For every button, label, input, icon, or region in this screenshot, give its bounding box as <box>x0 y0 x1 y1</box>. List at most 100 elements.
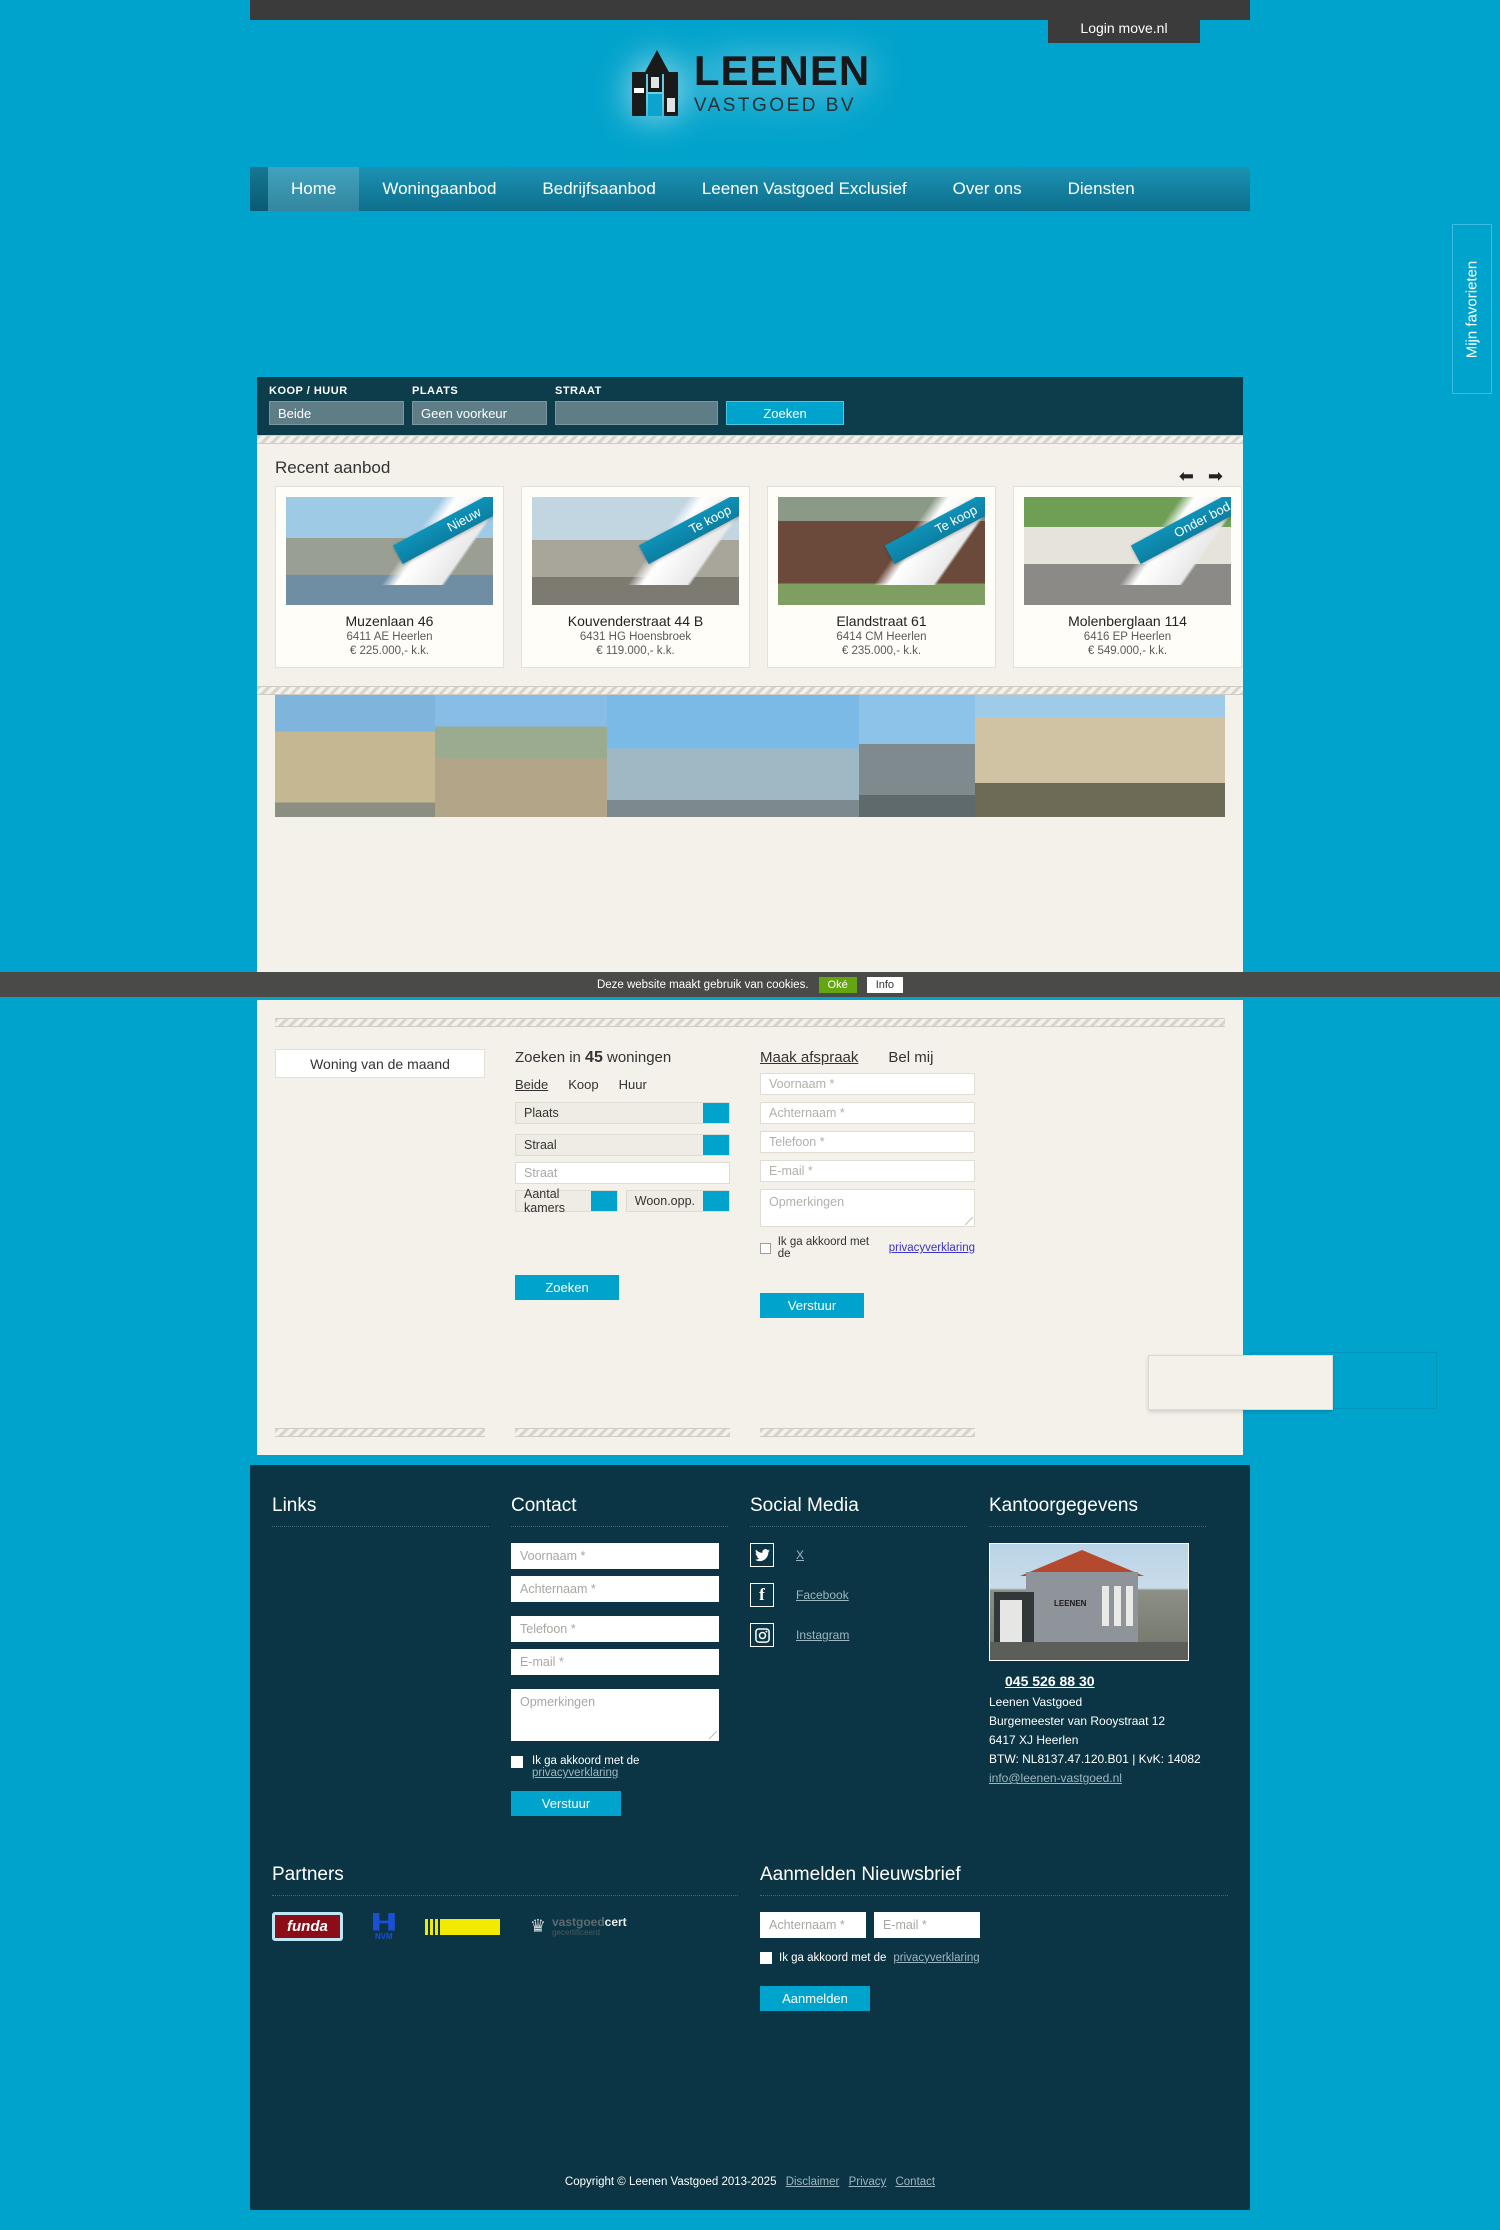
social-label-instagram[interactable]: Instagram <box>796 1628 849 1642</box>
instagram-icon[interactable] <box>750 1623 774 1647</box>
logo-subtitle: VASTGOED BV <box>693 95 857 116</box>
select-koop-huur[interactable]: Beide <box>269 401 404 425</box>
appointment-voornaam-input[interactable]: Voornaam * <box>760 1073 975 1095</box>
property-card[interactable]: Te koop Kouvenderstraat 44 B 6431 HG Hoe… <box>521 486 750 668</box>
facebook-icon[interactable]: f <box>750 1583 774 1607</box>
copyright-link-contact[interactable]: Contact <box>895 2176 935 2188</box>
office-city: 6417 XJ Heerlen <box>989 1733 1079 1747</box>
hatch-divider-bottom <box>515 1428 730 1437</box>
social-label-facebook[interactable]: Facebook <box>796 1588 849 1602</box>
cookie-consent-bar: Deze website maakt gebruik van cookies. … <box>0 972 1500 997</box>
partner-vastgoedcert-logo[interactable]: ♛ vastgoedcert gecertificeerd <box>530 1915 627 1938</box>
nav-left-edge <box>250 167 268 211</box>
footer-opmerkingen-textarea[interactable]: Opmerkingen <box>511 1689 719 1741</box>
select-plaats-widget[interactable]: Plaats <box>515 1102 730 1124</box>
input-straat-widget[interactable]: Straat <box>515 1162 730 1184</box>
widget-zoeken-button[interactable]: Zoeken <box>515 1275 619 1300</box>
newsletter-aanmelden-button[interactable]: Aanmelden <box>760 1986 870 2011</box>
property-card[interactable]: Nieuw Muzenlaan 46 6411 AE Heerlen € 225… <box>275 486 504 668</box>
footer-consent-checkbox[interactable] <box>511 1756 523 1768</box>
arrow-left-icon[interactable]: ⬅ <box>1179 466 1194 487</box>
tab-huur[interactable]: Huur <box>619 1077 647 1092</box>
search-field-koop-huur: KOOP / HUUR Beide <box>269 385 404 425</box>
appointment-privacy-link[interactable]: privacyverklaring <box>889 1242 975 1254</box>
copyright-link-privacy[interactable]: Privacy <box>849 2176 887 2188</box>
partner-nvm-logo[interactable]: NVM <box>372 1912 395 1941</box>
partner-funda-logo[interactable]: funda <box>272 1912 343 1941</box>
strip-photo <box>275 695 435 817</box>
city-photo-strip <box>257 695 1243 817</box>
footer-email-input[interactable]: E-mail * <box>511 1649 719 1675</box>
mijn-favorieten-tab[interactable]: Mijn favorieten <box>1452 224 1492 394</box>
carousel-arrows: ⬅ ➡ <box>1179 466 1223 487</box>
arrow-right-icon[interactable]: ➡ <box>1208 466 1223 487</box>
newsletter-privacy-link[interactable]: privacyverklaring <box>893 1952 979 1964</box>
footer-divider <box>989 1526 1206 1527</box>
nav-item-woningaanbod[interactable]: Woningaanbod <box>359 167 519 211</box>
nav-item-diensten[interactable]: Diensten <box>1045 167 1158 211</box>
appointment-achternaam-input[interactable]: Achternaam * <box>760 1102 975 1124</box>
appointment-opmerkingen-textarea[interactable]: Opmerkingen <box>760 1189 975 1227</box>
twitter-icon[interactable] <box>750 1543 774 1567</box>
tab-bel-mij[interactable]: Bel mij <box>888 1049 933 1066</box>
appointment-consent-checkbox[interactable] <box>760 1242 771 1254</box>
footer-social-heading: Social Media <box>750 1495 859 1516</box>
zoeken-count: 45 <box>585 1049 603 1066</box>
nav-item-home[interactable]: Home <box>268 167 360 211</box>
resize-grip-icon[interactable] <box>709 1731 717 1739</box>
select-straal-widget[interactable]: Straal <box>515 1134 730 1156</box>
office-address: Leenen Vastgoed Burgemeester van Rooystr… <box>989 1693 1206 1788</box>
newsletter-consent-checkbox[interactable] <box>760 1952 772 1964</box>
woning-van-de-maand-column: Woning van de maand <box>275 1049 485 1318</box>
property-card[interactable]: Onder bod Molenberglaan 114 6416 EP Heer… <box>1013 486 1242 668</box>
site-logo[interactable]: LEENEN VASTGOED BV <box>250 20 1250 145</box>
social-label-x[interactable]: X <box>796 1548 804 1562</box>
chevron-down-icon <box>590 1191 617 1211</box>
floating-tooltip-box <box>1148 1355 1333 1410</box>
nav-item-over-ons[interactable]: Over ons <box>930 167 1045 211</box>
office-email[interactable]: info@leenen-vastgoed.nl <box>989 1769 1206 1788</box>
select-plaats[interactable]: Geen voorkeur <box>412 401 547 425</box>
property-search-bar: KOOP / HUUR Beide PLAATS Geen voorkeur S… <box>257 377 1243 435</box>
property-photo: Te koop <box>532 497 739 605</box>
select-aantal-kamers[interactable]: Aantal kamers <box>515 1187 618 1215</box>
property-zip: 6416 EP Heerlen <box>1083 631 1172 643</box>
cookie-info-button[interactable]: Info <box>866 976 904 993</box>
appointment-email-input[interactable]: E-mail * <box>760 1160 975 1182</box>
appointment-telefoon-input[interactable]: Telefoon * <box>760 1131 975 1153</box>
footer-telefoon-input[interactable]: Telefoon * <box>511 1616 719 1642</box>
newsletter-achternaam-input[interactable]: Achternaam * <box>760 1912 866 1938</box>
woning-van-de-maand-box[interactable]: Woning van de maand <box>275 1049 485 1078</box>
nav-item-bedrijfsaanbod[interactable]: Bedrijfsaanbod <box>519 167 678 211</box>
appointment-form-column: Maak afspraak Bel mij Voornaam * Achtern… <box>760 1049 975 1318</box>
tab-maak-afspraak[interactable]: Maak afspraak <box>760 1049 858 1066</box>
footer-consent-text: Ik ga akkoord met de <box>532 1755 640 1767</box>
tab-beide[interactable]: Beide <box>515 1077 548 1092</box>
input-straat[interactable] <box>555 401 718 425</box>
select-aantal-kamers-label: Aantal kamers <box>524 1187 565 1215</box>
copyright-link-disclaimer[interactable]: Disclaimer <box>786 2176 840 2188</box>
footer-divider <box>750 1526 967 1527</box>
newsletter-consent-text: Ik ga akkoord met de <box>779 1951 887 1964</box>
footer-consent-row: Ik ga akkoord met de privacyverklaring <box>511 1755 719 1779</box>
footer-voornaam-input[interactable]: Voornaam * <box>511 1543 719 1569</box>
partner-yellow-logo[interactable] <box>424 1918 500 1935</box>
appointment-verstuur-button[interactable]: Verstuur <box>760 1293 864 1318</box>
footer-verstuur-button[interactable]: Verstuur <box>511 1791 621 1816</box>
footer-privacy-link[interactable]: privacyverklaring <box>532 1767 618 1779</box>
strip-photo <box>859 695 975 817</box>
select-woon-opp[interactable]: Woon.opp. <box>625 1190 730 1212</box>
footer-achternaam-input[interactable]: Achternaam * <box>511 1576 719 1602</box>
property-card[interactable]: Te koop Elandstraat 61 6414 CM Heerlen €… <box>767 486 996 668</box>
search-submit-button[interactable]: Zoeken <box>726 401 844 425</box>
chevron-down-icon <box>703 1135 729 1155</box>
resize-grip-icon[interactable] <box>965 1217 973 1225</box>
nav-item-leenen-vastgoed-exclusief[interactable]: Leenen Vastgoed Exclusief <box>679 167 930 211</box>
cookie-accept-button[interactable]: Oké <box>818 976 857 993</box>
tab-koop[interactable]: Koop <box>568 1077 598 1092</box>
newsletter-email-input[interactable]: E-mail * <box>874 1912 980 1938</box>
footer-newsletter-heading: Aanmelden Nieuwsbrief <box>760 1864 961 1885</box>
site-footer: Links Contact Voornaam * Achternaam * Te… <box>250 1465 1250 2210</box>
office-phone[interactable]: 045 526 88 30 <box>1005 1673 1206 1689</box>
property-price: € 549.000,- k.k. <box>1087 645 1168 657</box>
